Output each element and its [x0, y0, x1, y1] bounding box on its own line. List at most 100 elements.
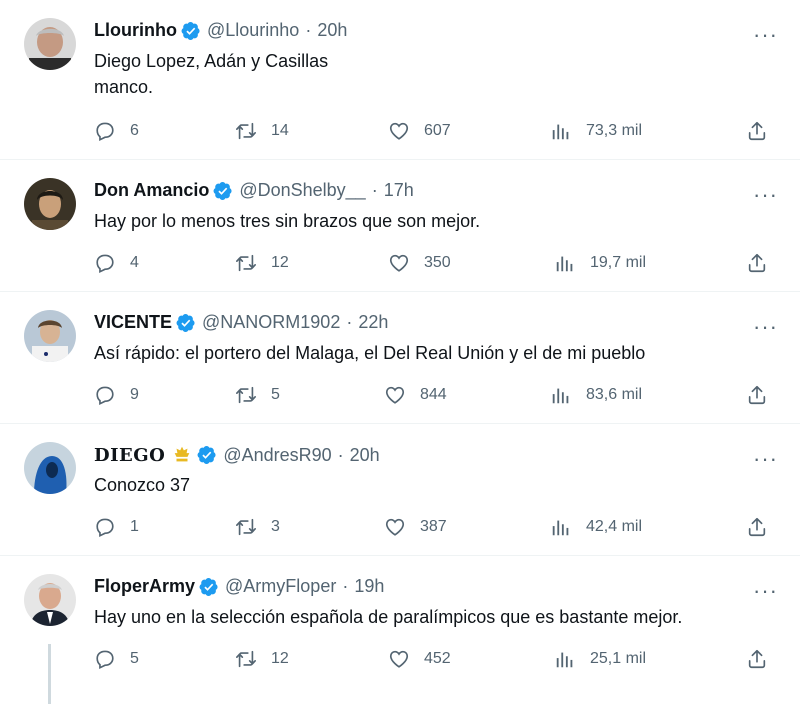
views-button[interactable]: 19,7 mil	[554, 252, 646, 274]
timestamp[interactable]: 20h	[317, 20, 347, 41]
timestamp[interactable]: 20h	[350, 445, 380, 466]
retweet-button[interactable]: 3	[235, 516, 280, 538]
more-options-icon[interactable]: ···	[753, 184, 778, 206]
tweet-text: Hay uno en la selección española de para…	[94, 604, 760, 630]
views-button[interactable]: 83,6 mil	[550, 384, 642, 406]
retweet-count: 12	[271, 254, 289, 271]
handle[interactable]: @DonShelby__	[239, 180, 365, 201]
retweet-icon	[235, 648, 257, 670]
views-button[interactable]: 42,4 mil	[550, 516, 642, 538]
tweet-header: Llourinho @Llourinho · 20h	[94, 20, 347, 41]
share-icon	[746, 516, 768, 538]
views-icon	[554, 648, 576, 670]
like-button[interactable]: 350	[388, 252, 451, 274]
like-count: 607	[424, 122, 451, 139]
tweet-header: VICENTE @NANORM1902 · 22h	[94, 312, 388, 333]
reply-icon	[94, 384, 116, 406]
heart-icon	[388, 648, 410, 670]
more-options-icon[interactable]: ···	[753, 580, 778, 602]
like-count: 350	[424, 254, 451, 271]
share-button[interactable]	[746, 120, 782, 142]
tweet[interactable]: FloperArmy @ArmyFloper · 19h ··· Hay uno…	[0, 556, 800, 704]
retweet-icon	[235, 252, 257, 274]
tweet-text: Así rápido: el portero del Malaga, el De…	[94, 340, 760, 366]
display-name[interactable]: Don Amancio	[94, 180, 209, 201]
share-icon	[746, 120, 768, 142]
tweet-text-line: Diego Lopez, Adán y Casillas	[94, 51, 329, 71]
timestamp[interactable]: 22h	[358, 312, 388, 333]
tweet-text-line: Hay por lo menos tres sin brazos que son…	[94, 211, 481, 231]
tweet[interactable]: Llourinho @Llourinho · 20h ··· Diego Lop…	[0, 0, 800, 160]
views-count: 25,1 mil	[590, 650, 647, 667]
reply-button[interactable]: 4	[94, 252, 139, 274]
avatar[interactable]	[24, 18, 76, 70]
like-count: 452	[424, 650, 451, 667]
reply-button[interactable]: 1	[94, 516, 139, 538]
share-button[interactable]	[746, 516, 782, 538]
timestamp[interactable]: 19h	[354, 576, 384, 597]
separator: ·	[342, 576, 349, 596]
tweet-header: DIEGO @AndresR90 · 20h	[94, 444, 380, 466]
like-button[interactable]: 844	[384, 384, 447, 406]
display-name[interactable]: DIEGO	[94, 445, 165, 466]
display-name[interactable]: FloperArmy	[94, 576, 195, 597]
share-button[interactable]	[746, 648, 782, 670]
display-name[interactable]: Llourinho	[94, 20, 177, 41]
more-options-icon[interactable]: ···	[753, 448, 778, 470]
reply-button[interactable]: 5	[94, 648, 139, 670]
handle[interactable]: @ArmyFloper	[225, 576, 336, 597]
reply-count: 5	[130, 650, 139, 667]
avatar[interactable]	[24, 574, 76, 626]
share-icon	[746, 252, 768, 274]
like-button[interactable]: 607	[388, 120, 451, 142]
retweet-button[interactable]: 14	[235, 120, 289, 142]
reply-button[interactable]: 6	[94, 120, 139, 142]
reply-icon	[94, 252, 116, 274]
crown-icon	[174, 446, 190, 462]
views-button[interactable]: 25,1 mil	[554, 648, 646, 670]
verified-badge-icon	[199, 577, 219, 597]
more-options-icon[interactable]: ···	[753, 24, 778, 46]
share-button[interactable]	[746, 252, 782, 274]
heart-icon	[384, 516, 406, 538]
retweet-button[interactable]: 12	[235, 648, 289, 670]
tweet[interactable]: Don Amancio @DonShelby__ · 17h ··· Hay p…	[0, 160, 800, 292]
retweet-button[interactable]: 12	[235, 252, 289, 274]
tweet-text: Conozco 37	[94, 472, 760, 498]
tweet-text-line: Hay uno en la selección española de para…	[94, 607, 683, 627]
like-button[interactable]: 452	[388, 648, 451, 670]
share-button[interactable]	[746, 384, 782, 406]
views-count: 42,4 mil	[586, 518, 643, 535]
tweet[interactable]: DIEGO @AndresR90 · 20h ··· Conozco 37 1 …	[0, 424, 800, 556]
tweet[interactable]: VICENTE @NANORM1902 · 22h ··· Así rápido…	[0, 292, 800, 424]
like-button[interactable]: 387	[384, 516, 447, 538]
tweet-text-line: manco.	[94, 77, 154, 97]
retweet-icon	[235, 516, 257, 538]
tweet-header: Don Amancio @DonShelby__ · 17h	[94, 180, 414, 201]
handle[interactable]: @Llourinho	[207, 20, 299, 41]
views-icon	[550, 516, 572, 538]
avatar-image	[24, 574, 76, 626]
retweet-icon	[235, 120, 257, 142]
retweet-button[interactable]: 5	[235, 384, 280, 406]
verified-badge-icon	[213, 181, 233, 201]
display-name[interactable]: VICENTE	[94, 312, 172, 333]
retweet-count: 14	[271, 122, 289, 139]
like-count: 844	[420, 386, 447, 403]
handle[interactable]: @NANORM1902	[202, 312, 340, 333]
reply-count: 1	[130, 518, 139, 535]
more-options-icon[interactable]: ···	[753, 316, 778, 338]
avatar[interactable]	[24, 310, 76, 362]
reply-icon	[94, 516, 116, 538]
reply-button[interactable]: 9	[94, 384, 139, 406]
heart-icon	[384, 384, 406, 406]
avatar[interactable]	[24, 178, 76, 230]
views-button[interactable]: 73,3 mil	[550, 120, 642, 142]
tweet-text-line: Así rápido: el portero del Malaga, el De…	[94, 343, 646, 363]
handle[interactable]: @AndresR90	[223, 445, 331, 466]
retweet-count: 3	[271, 518, 280, 535]
avatar[interactable]	[24, 442, 76, 494]
timestamp[interactable]: 17h	[384, 180, 414, 201]
verified-badge-icon	[181, 21, 201, 41]
tweet-header: FloperArmy @ArmyFloper · 19h	[94, 576, 384, 597]
